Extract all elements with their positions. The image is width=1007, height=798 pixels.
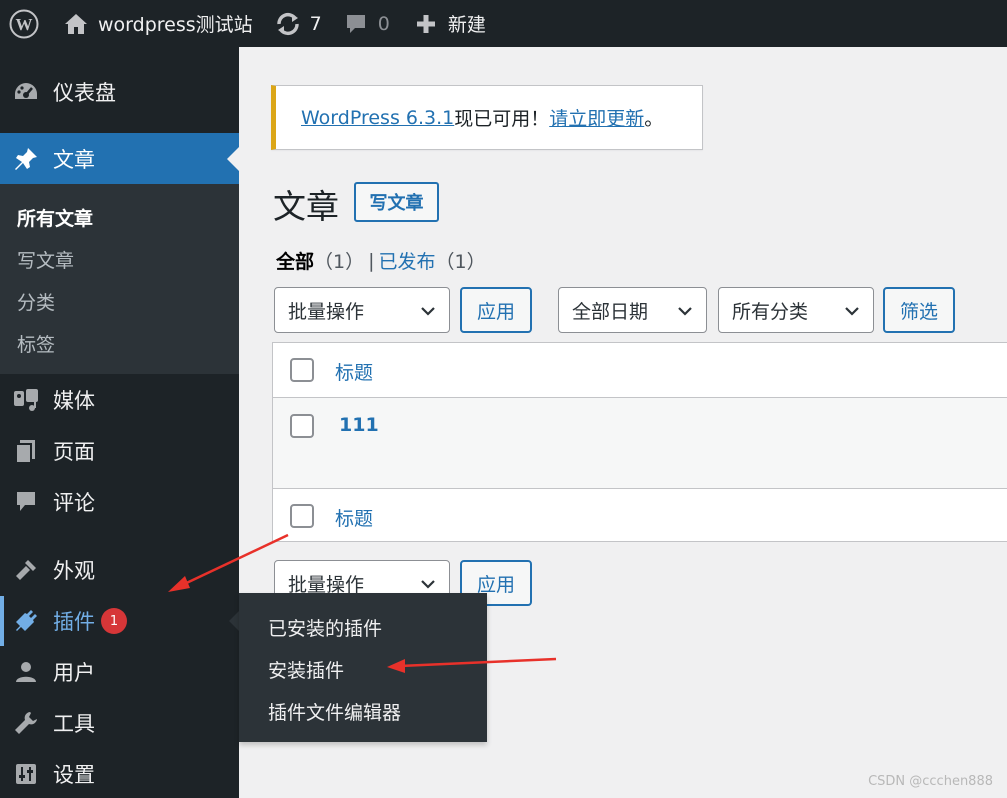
flyout-plugin-editor[interactable]: 插件文件编辑器 [268, 698, 401, 725]
site-name-link[interactable]: wordpress测试站 [47, 0, 253, 47]
menu-pages[interactable]: 页面 [0, 426, 239, 476]
post-status-filter: 全部 （1） | 已发布 （1） [276, 247, 486, 274]
flyout-add-new-plugin[interactable]: 安装插件 [268, 656, 344, 683]
menu-tools[interactable]: 工具 [0, 698, 239, 748]
new-content-link[interactable]: 新建 [416, 0, 486, 47]
menu-comments[interactable]: 评论 [0, 477, 239, 527]
column-title-header[interactable]: 标题 [335, 358, 373, 385]
comments-count: 0 [377, 12, 390, 35]
status-published-count: （1） [435, 251, 486, 273]
media-icon [0, 388, 52, 412]
column-title-footer[interactable]: 标题 [335, 504, 373, 531]
watermark: CSDN @ccchen888 [868, 774, 993, 789]
plus-icon [416, 14, 435, 33]
select-all-checkbox-footer[interactable] [290, 504, 314, 528]
post-title-link[interactable]: 111 [339, 414, 379, 436]
user-icon [0, 660, 52, 684]
menu-dashboard[interactable]: 仪表盘 [0, 65, 239, 119]
menu-label: 工具 [53, 712, 95, 736]
menu-users[interactable]: 用户 [0, 647, 239, 697]
filter-button[interactable]: 筛选 [883, 287, 955, 333]
plugin-icon [0, 608, 52, 634]
update-notice: WordPress 6.3.1 现已可用！ 请立即更新。 [271, 85, 703, 150]
table-row: 111 [273, 398, 1007, 488]
wp-logo-button[interactable]: W [0, 0, 47, 47]
menu-label: 页面 [53, 440, 95, 464]
wrench-icon [0, 710, 52, 736]
updates-count: 7 [309, 12, 322, 35]
menu-label: 评论 [53, 491, 95, 515]
dashboard-icon [0, 80, 52, 104]
chevron-down-icon [421, 307, 435, 316]
plugins-flyout-menu: 已安装的插件 安装插件 插件文件编辑器 [239, 593, 487, 742]
date-filter-value: 全部日期 [572, 300, 649, 323]
svg-text:W: W [15, 15, 32, 34]
select-all-checkbox[interactable] [290, 358, 314, 382]
home-icon [65, 13, 87, 34]
notice-text: 现已可用！ [454, 108, 550, 130]
date-filter-select[interactable]: 全部日期 [558, 287, 707, 333]
menu-media[interactable]: 媒体 [0, 375, 239, 425]
wp-version-link[interactable]: WordPress 6.3.1 [301, 107, 454, 129]
menu-label: 媒体 [53, 389, 95, 413]
settings-icon [0, 762, 52, 786]
admin-sidebar: 仪表盘 文章 所有文章 写文章 分类 标签 媒体 页面 评论 外观 插件 1 用… [0, 47, 239, 798]
status-all[interactable]: 全部 [276, 247, 314, 274]
submenu-add-new[interactable]: 写文章 [17, 246, 74, 273]
update-count-badge: 1 [101, 608, 127, 634]
status-published[interactable]: 已发布 [379, 247, 436, 274]
chevron-down-icon [845, 307, 859, 316]
status-all-count: （1） [314, 251, 365, 273]
paintbrush-icon [0, 557, 52, 583]
flyout-installed-plugins[interactable]: 已安装的插件 [268, 614, 382, 641]
menu-label: 设置 [53, 763, 95, 787]
submenu-all-posts[interactable]: 所有文章 [17, 204, 93, 231]
menu-label: 文章 [53, 147, 95, 172]
admin-bar: W wordpress测试站 7 0 新建 [0, 0, 1007, 47]
update-now-link[interactable]: 请立即更新 [549, 104, 644, 131]
posts-submenu: 所有文章 写文章 分类 标签 [0, 184, 239, 374]
posts-table: 标题 111 标题 [272, 342, 1007, 542]
page-icon [0, 438, 52, 464]
menu-label: 仪表盘 [53, 81, 116, 105]
menu-settings[interactable]: 设置 [0, 749, 239, 798]
status-separator: | [368, 249, 375, 272]
pushpin-icon [0, 146, 52, 172]
bulk-action-select[interactable]: 批量操作 [274, 287, 450, 333]
new-label: 新建 [447, 14, 486, 36]
category-filter-select[interactable]: 所有分类 [718, 287, 874, 333]
chevron-down-icon [421, 580, 435, 589]
page-title: 文章 [273, 187, 339, 226]
category-filter-value: 所有分类 [732, 300, 809, 323]
notice-end: 。 [644, 108, 664, 130]
comment-icon [346, 14, 365, 33]
menu-label: 插件 [53, 610, 95, 634]
menu-posts[interactable]: 文章 [0, 133, 239, 184]
add-new-post-button[interactable]: 写文章 [354, 182, 439, 222]
submenu-categories[interactable]: 分类 [17, 288, 55, 315]
comments-link[interactable]: 0 [345, 0, 390, 47]
comment-icon [0, 490, 52, 514]
menu-label: 外观 [53, 559, 95, 583]
table-header-row: 标题 [273, 343, 1007, 397]
refresh-icon [276, 12, 299, 35]
wordpress-logo-icon: W [9, 9, 38, 38]
menu-plugins[interactable]: 插件 1 [0, 596, 239, 646]
chevron-down-icon [678, 307, 692, 316]
submenu-tags[interactable]: 标签 [17, 330, 55, 357]
table-footer-row: 标题 [273, 489, 1007, 543]
row-checkbox[interactable] [290, 414, 314, 438]
updates-link[interactable]: 7 [275, 0, 322, 47]
menu-label: 用户 [53, 661, 95, 685]
bulk-action-value: 批量操作 [288, 300, 365, 323]
menu-appearance[interactable]: 外观 [0, 545, 239, 595]
apply-button[interactable]: 应用 [460, 287, 532, 333]
site-name: wordpress测试站 [98, 14, 253, 36]
